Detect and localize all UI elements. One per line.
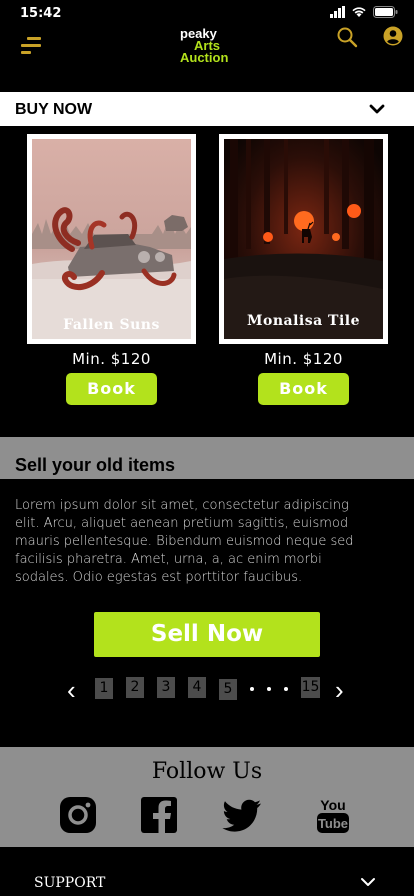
artwork-card[interactable]: Monalisa Tile Min. $120 Book [219,134,388,405]
artwork-title: Monalisa Tile [246,313,360,329]
buy-now-title: BUY NOW [15,101,93,118]
app-header: peaky Arts Auction [0,24,414,74]
wifi-icon [352,7,366,17]
twitter-icon[interactable] [222,795,262,835]
book-button[interactable]: Book [258,373,349,405]
artwork-image [224,139,383,339]
artwork-title: Fallen Suns [63,317,160,333]
ellipsis-dot [267,687,271,691]
artwork-image-monalisa-tile[interactable]: Monalisa Tile [219,134,388,344]
svg-text:Tube: Tube [318,816,348,831]
ellipsis-dot [250,687,254,691]
ellipsis-dot [284,687,288,691]
artwork-image-fallen-suns[interactable]: Fallen Suns [27,134,196,344]
logo[interactable]: peaky Arts Auction [180,27,240,64]
page-number[interactable]: 1 [95,678,113,699]
status-time: 15:42 [20,6,62,21]
artwork-card[interactable]: Fallen Suns Min. $120 Book [27,134,196,405]
page-number[interactable]: 5 [219,679,237,700]
support-label: SUPPORT [34,875,106,891]
sell-title: Sell your old items [15,455,176,475]
sell-description: Lorem ipsum dolor sit amet, consectetur … [15,498,354,585]
facebook-icon[interactable] [139,795,179,835]
page-number[interactable]: 3 [157,677,175,698]
battery-icon [373,6,398,18]
instagram-icon[interactable] [58,795,98,835]
follow-title: Follow Us [151,759,263,784]
page-number[interactable]: 2 [126,677,144,698]
search-icon[interactable] [336,26,358,48]
artwork-price: Min. $120 [264,350,343,368]
prev-page-button[interactable]: ‹ [67,675,76,706]
support-row[interactable]: SUPPORT [0,868,414,896]
next-page-button[interactable]: › [335,675,344,706]
chevron-down-icon[interactable] [360,876,376,888]
pagination: ‹ 1 2 3 4 5 15 › [0,675,414,705]
buy-now-bar[interactable]: BUY NOW [0,92,414,126]
signal-icon [330,6,345,18]
page-number-last[interactable]: 15 [301,677,320,698]
profile-icon[interactable] [383,26,403,46]
logo-line-3: Auction [180,50,229,65]
page-number[interactable]: 4 [188,677,206,698]
youtube-icon[interactable]: You Tube [313,795,353,835]
chevron-down-icon[interactable] [368,100,386,118]
sell-section-header: Sell your old items [0,437,414,479]
svg-text:You: You [320,797,345,813]
menu-icon[interactable] [21,37,43,55]
book-button[interactable]: Book [66,373,157,405]
artwork-price: Min. $120 [72,350,151,368]
follow-section: Follow Us You Tube [0,747,414,847]
artwork-image [32,139,191,339]
sell-now-button[interactable]: Sell Now [94,612,320,657]
status-icons [330,6,398,18]
